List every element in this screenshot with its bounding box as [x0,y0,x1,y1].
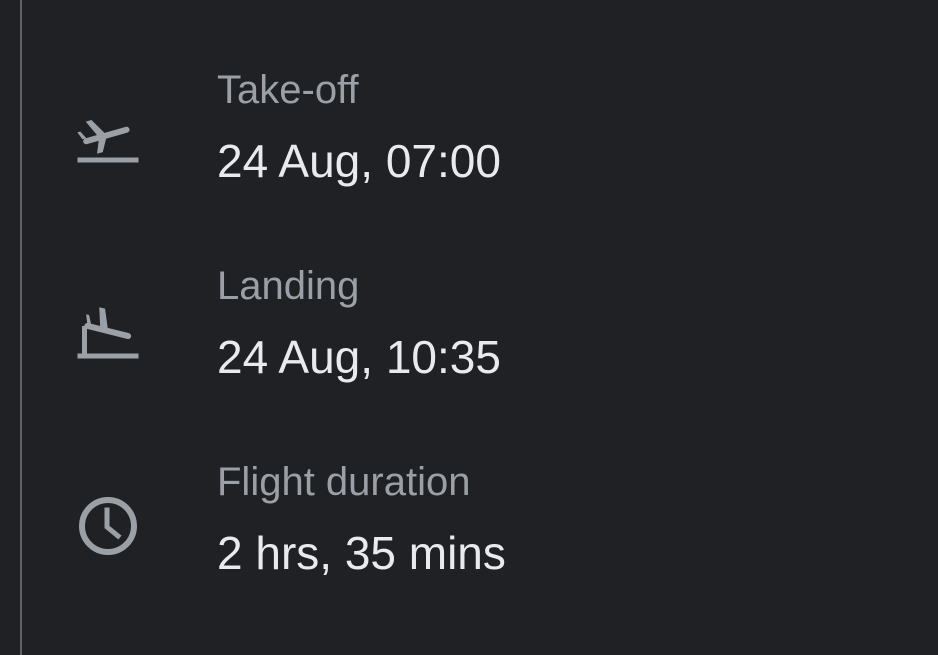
landing-label: Landing [217,264,360,308]
takeoff-time: 24 Aug, 07:00 [217,135,501,187]
landing-time: 24 Aug, 10:35 [217,331,501,383]
flight-landing-icon [76,298,140,362]
flight-takeoff-icon [76,102,140,166]
duration-row: Flight duration 2 hrs, 35 mins [0,454,938,614]
takeoff-row: Take-off 24 Aug, 07:00 [0,62,938,222]
flight-details-panel: Take-off 24 Aug, 07:00 Landing 24 Aug, 1… [0,0,938,655]
takeoff-label: Take-off [217,68,359,112]
landing-row: Landing 24 Aug, 10:35 [0,258,938,418]
duration-value: 2 hrs, 35 mins [217,527,506,579]
clock-icon [76,494,140,558]
duration-label: Flight duration [217,460,471,504]
